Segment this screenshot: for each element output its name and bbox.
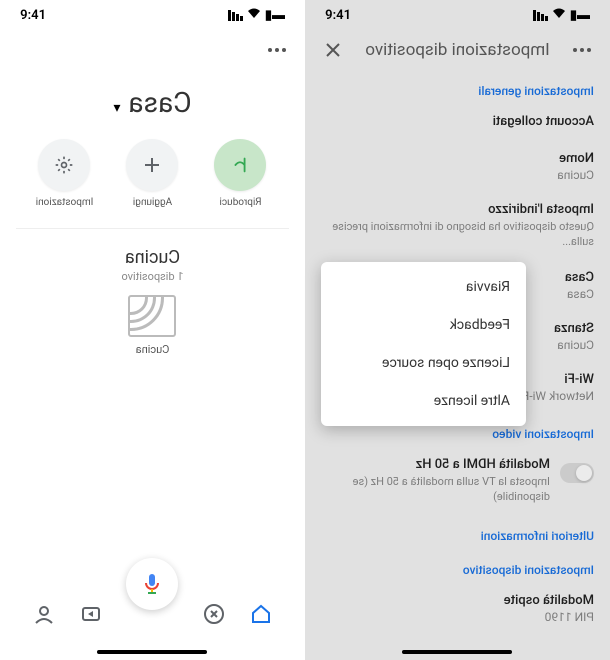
header-title: Impostazioni dispositivo [345, 40, 570, 60]
hdmi-toggle[interactable] [560, 463, 594, 483]
settings-screen: ▮▬ 9:41 Impostazioni dispositivo Imposta… [305, 0, 610, 660]
status-bar: ▮▬ 9:41 [0, 0, 305, 30]
settings-header: Impostazioni dispositivo [305, 30, 610, 70]
home-indicator[interactable] [403, 650, 513, 654]
clock: 9:41 [20, 8, 46, 23]
address-desc: Questo dispositivo ha bisogno di informa… [321, 219, 594, 250]
tab-account[interactable] [32, 602, 56, 626]
wifi-icon [552, 7, 566, 23]
add-action[interactable]: Aggiungi [117, 139, 189, 208]
hdmi-label: Modalità HDMI a 50 Hz [321, 457, 550, 472]
overflow-menu: Riavvia Feedback Licenze open source Alt… [321, 262, 526, 426]
play-icon [215, 139, 267, 191]
home-title-row[interactable]: Casa ▾ [0, 70, 305, 139]
cast-device-icon [129, 295, 177, 337]
plus-icon [127, 139, 179, 191]
home-title: Casa [128, 86, 191, 119]
more-info-link[interactable]: Ulteriori informazioni [305, 515, 610, 549]
hdmi-row[interactable]: Modalità HDMI a 50 Hz Imposta la TV sull… [305, 447, 610, 515]
device-link[interactable]: Impostazioni dispositivo [305, 549, 610, 583]
tab-media[interactable] [79, 602, 103, 626]
battery-icon: ▮▬ [570, 7, 590, 23]
settings-action[interactable]: Impostazioni [29, 139, 101, 208]
status-bar: ▮▬ 9:41 [305, 0, 610, 30]
bottom-nav [0, 592, 305, 636]
name-value: Cucina [321, 168, 594, 182]
device-label: Cucina [123, 343, 183, 356]
signal-icon [228, 10, 243, 21]
home-header [0, 30, 305, 70]
more-button[interactable] [265, 38, 289, 62]
chevron-down-icon: ▾ [113, 100, 120, 116]
signal-icon [533, 10, 548, 21]
tab-home[interactable] [249, 602, 273, 626]
room-sub: 1 dispositivo [16, 270, 289, 283]
more-button[interactable] [570, 38, 594, 62]
name-label: Nome [321, 151, 594, 166]
play-label: Riproduci [219, 197, 261, 208]
room-section: Cucina 1 dispositivo Cucina [0, 229, 305, 374]
battery-icon: ▮▬ [265, 7, 285, 23]
device-card[interactable]: Cucina [123, 295, 183, 356]
guest-row[interactable]: Modalità ospite PIN 1190 [305, 583, 610, 634]
tab-discover[interactable] [202, 602, 226, 626]
quick-actions: Riproduci Aggiungi Impostazioni [0, 139, 305, 228]
room-name: Cucina [16, 247, 289, 268]
menu-feedback[interactable]: Feedback [321, 306, 526, 344]
add-label: Aggiungi [133, 197, 172, 208]
menu-other-licenses[interactable]: Altre licenze [321, 382, 526, 420]
play-action[interactable]: Riproduci [205, 139, 277, 208]
guest-value: PIN 1190 [321, 610, 594, 624]
general-link[interactable]: Impostazioni generali [305, 70, 610, 104]
wifi-icon [247, 7, 261, 23]
menu-oss-licenses[interactable]: Licenze open source [321, 344, 526, 382]
settings-label: Impostazioni [36, 197, 94, 208]
clock: 9:41 [325, 8, 351, 23]
close-button[interactable] [321, 38, 345, 62]
gear-icon [39, 139, 91, 191]
menu-restart[interactable]: Riavvia [321, 268, 526, 306]
address-row[interactable]: Imposta l'indirizzo Questo dispositivo h… [305, 192, 610, 260]
guest-label: Modalità ospite [321, 593, 594, 608]
home-screen: ▮▬ 9:41 Casa ▾ Riproduci Aggiungi [0, 0, 305, 660]
linked-accounts-label: Account collegati [321, 114, 594, 129]
name-row[interactable]: Nome Cucina [305, 141, 610, 192]
hdmi-desc: Imposta la TV sulla modalità a 50 Hz (se… [321, 474, 550, 505]
home-indicator[interactable] [98, 650, 208, 654]
address-label: Imposta l'indirizzo [321, 202, 594, 217]
linked-accounts-row[interactable]: Account collegati [305, 104, 610, 141]
